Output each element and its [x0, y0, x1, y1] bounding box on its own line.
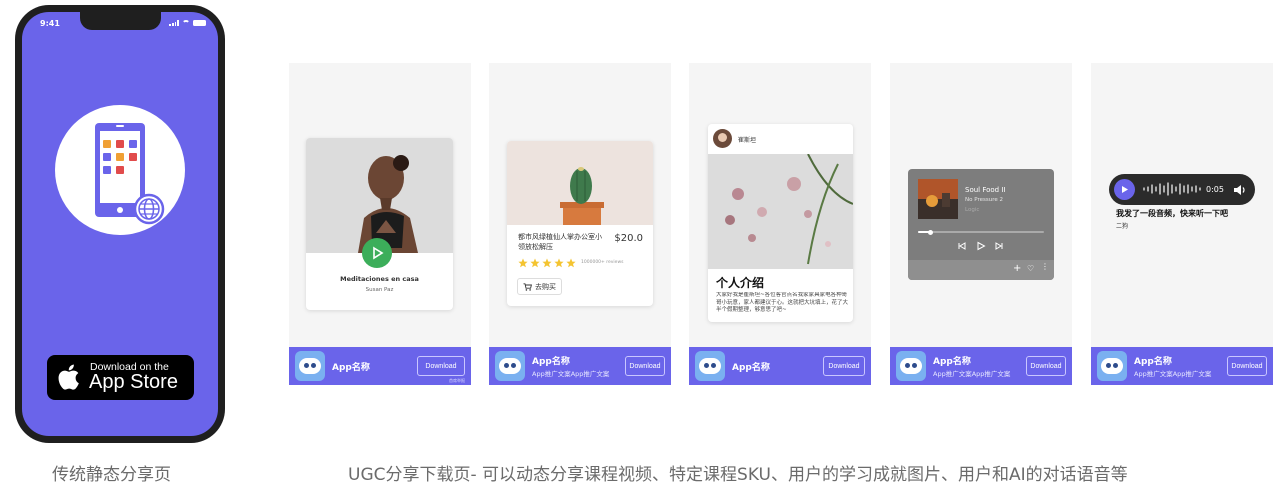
voice-message-bar[interactable]: 0:05 [1109, 174, 1255, 205]
product-card[interactable]: 都市风绿植仙人掌办公室小领放松解压 $20.0 1000000+ reviews… [507, 141, 653, 306]
signal-icon [169, 20, 179, 26]
video-thumbnail [306, 138, 453, 253]
status-icons [169, 20, 206, 26]
share-card-photo: 崔斯坦 个人介绍 大家好我是崔斯坦~各位客官点名我家家具家电各种哥哥小玩意，家人… [689, 63, 871, 385]
download-footer: App名称 Download 首席举报 [289, 347, 471, 385]
star-icon [530, 258, 540, 268]
app-logo-icon [695, 351, 725, 381]
product-name: 都市风绿植仙人掌办公室小领放松解压 [518, 233, 602, 251]
play-button[interactable] [362, 238, 392, 268]
track-title: Soul Food II [965, 186, 1006, 194]
voice-duration: 0:05 [1206, 185, 1224, 194]
post-body: 大家好我是崔斯坦~各位客官点名我家家具家电各种哥哥小玩意，家人都建议于心。这就把… [716, 292, 849, 313]
download-footer: App名称 App推广文案App推广文案 Download [1091, 347, 1273, 385]
app-description: App推广文案App推广文案 [1134, 370, 1212, 378]
app-logo-icon [495, 351, 525, 381]
app-logo-icon [295, 351, 325, 381]
share-card-video: Meditaciones en casa Susan Paz App名称 Dow… [289, 63, 471, 385]
product-image [507, 141, 653, 225]
voice-username: 二狗 [1116, 223, 1129, 230]
phone-notch [80, 12, 161, 30]
download-button[interactable]: Download [823, 356, 865, 376]
report-link[interactable]: 首席举报 [449, 378, 465, 384]
download-button[interactable]: Download [1227, 356, 1267, 376]
post-photo [708, 154, 853, 269]
app-name: App名称 [732, 363, 770, 373]
cart-icon [523, 282, 532, 291]
post-username: 崔斯坦 [738, 137, 757, 144]
photo-post-card[interactable]: 崔斯坦 个人介绍 大家好我是崔斯坦~各位客官点名我家家具家电各种哥哥小玩意，家人… [708, 124, 853, 322]
battery-icon [193, 20, 206, 26]
album-cover [918, 179, 958, 219]
progress-track[interactable] [918, 229, 1044, 235]
wifi-icon [182, 20, 190, 26]
download-button[interactable]: Download [417, 356, 465, 376]
heart-icon[interactable]: ♡ [1027, 264, 1034, 273]
left-caption: 传统静态分享页 [52, 465, 171, 485]
app-description: App推广文案App推广文案 [532, 370, 610, 378]
video-card[interactable]: Meditaciones en casa Susan Paz [306, 138, 453, 310]
phone-apps-icon [95, 123, 165, 225]
status-time: 9:41 [40, 19, 60, 28]
app-description: App推广文案App推广文案 [933, 370, 1011, 378]
app-name: App名称 [332, 363, 370, 373]
store-badge-line2: App Store [89, 371, 178, 393]
play-icon[interactable] [976, 241, 986, 251]
app-name: App名称 [933, 357, 971, 367]
share-card-music: Soul Food II No Pressure 2 Logic + ♡ ⋮ A… [890, 63, 1072, 385]
play-icon [1122, 186, 1128, 193]
video-author: Susan Paz [365, 287, 394, 293]
music-player[interactable]: Soul Food II No Pressure 2 Logic + ♡ ⋮ [908, 169, 1054, 280]
add-icon[interactable]: + [1013, 263, 1021, 274]
download-button[interactable]: Download [1026, 356, 1066, 376]
voice-message-text: 我发了一段音频，快来听一下吧 [1116, 209, 1228, 218]
progress-knob[interactable] [928, 229, 934, 235]
waveform-icon [1143, 182, 1201, 196]
right-caption: UGC分享下载页- 可以动态分享课程视频、特定课程SKU、用户的学习成就图片、用… [348, 465, 1128, 485]
previous-icon[interactable] [957, 241, 967, 251]
share-card-sku: 都市风绿植仙人掌办公室小领放松解压 $20.0 1000000+ reviews… [489, 63, 671, 385]
play-icon [373, 246, 384, 260]
phone-mockup: 9:41 Download on the App Store [15, 5, 225, 443]
phone-screen: 9:41 Download on the App Store [22, 12, 218, 436]
download-footer: App名称 App推广文案App推广文案 Download [890, 347, 1072, 385]
speaker-icon[interactable] [1233, 184, 1247, 196]
more-icon[interactable]: ⋮ [1041, 262, 1049, 271]
track-album: No Pressure 2 [965, 197, 1003, 203]
voice-play-button[interactable] [1114, 179, 1135, 200]
review-count: 1000000+ reviews [581, 260, 624, 265]
app-name: App名称 [1134, 357, 1172, 367]
star-icon [542, 258, 552, 268]
star-icon [554, 258, 564, 268]
product-price: $20.0 [614, 233, 643, 244]
track-artist: Logic [965, 207, 980, 213]
star-icon [518, 258, 528, 268]
player-bottom-bar: + ♡ ⋮ [908, 260, 1054, 280]
video-title: Meditaciones en casa [340, 275, 419, 283]
download-button[interactable]: Download [625, 356, 665, 376]
rating-stars [518, 258, 576, 268]
app-illustration-circle [55, 105, 185, 235]
app-name: App名称 [532, 357, 570, 367]
apple-logo-icon [58, 364, 79, 390]
star-icon [566, 258, 576, 268]
post-title: 个人介绍 [716, 276, 765, 290]
next-icon[interactable] [994, 241, 1004, 251]
buy-button[interactable]: 去购买 [517, 278, 562, 295]
share-card-voice: 0:05 我发了一段音频，快来听一下吧 二狗 App名称 App推广文案App推… [1091, 63, 1273, 385]
app-logo-icon [896, 351, 926, 381]
app-store-badge[interactable]: Download on the App Store [47, 355, 194, 400]
app-logo-icon [1097, 351, 1127, 381]
download-footer: App名称 Download [689, 347, 871, 385]
buy-label: 去购买 [535, 282, 556, 291]
download-footer: App名称 App推广文案App推广文案 Download [489, 347, 671, 385]
user-avatar [713, 129, 732, 148]
